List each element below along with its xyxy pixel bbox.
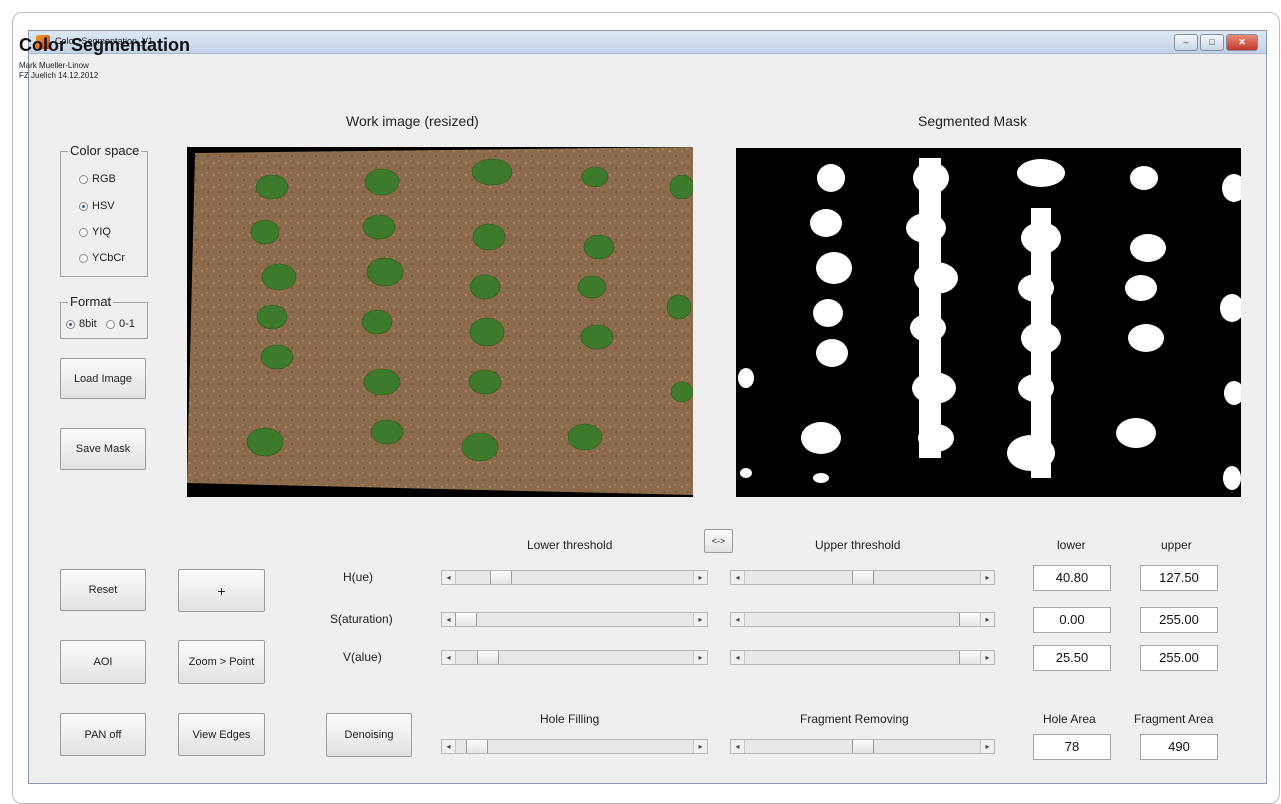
- radio-0-1-dot[interactable]: [106, 319, 115, 329]
- hue-lower-slider[interactable]: ◂ ▸: [441, 570, 708, 585]
- arrow-left-icon[interactable]: ◂: [731, 651, 745, 664]
- plus-button[interactable]: +: [178, 569, 265, 612]
- arrow-right-icon[interactable]: ▸: [980, 613, 994, 626]
- swap-thresholds-button[interactable]: <->: [704, 529, 733, 553]
- save-mask-button[interactable]: Save Mask: [60, 428, 146, 470]
- radio-ycbcr[interactable]: YCbCr: [79, 252, 125, 264]
- slider-thumb[interactable]: [959, 613, 981, 626]
- arrow-right-icon[interactable]: ▸: [980, 651, 994, 664]
- arrow-right-icon[interactable]: ▸: [693, 651, 707, 664]
- arrow-right-icon[interactable]: ▸: [980, 740, 994, 753]
- denoising-button[interactable]: Denoising: [326, 713, 412, 757]
- reset-button[interactable]: Reset: [60, 569, 146, 611]
- aoi-button[interactable]: AOI: [60, 640, 146, 684]
- saturation-label: S(aturation): [330, 612, 393, 626]
- radio-hsv-label: HSV: [92, 200, 115, 212]
- slider-thumb[interactable]: [959, 651, 981, 664]
- radio-rgb-dot[interactable]: [79, 174, 88, 184]
- radio-rgb[interactable]: RGB: [79, 173, 116, 185]
- arrow-left-icon[interactable]: ◂: [442, 651, 456, 664]
- author-affiliation: FZ Juelich 14.12.2012: [19, 71, 99, 80]
- work-image-title: Work image (resized): [346, 113, 479, 129]
- value-lower-field[interactable]: 25.50: [1033, 645, 1111, 671]
- slider-thumb[interactable]: [476, 651, 499, 664]
- view-edges-button[interactable]: View Edges: [178, 713, 265, 756]
- maximize-button[interactable]: □: [1200, 34, 1224, 51]
- field-photo: [187, 147, 693, 495]
- lower-column-header: lower: [1057, 538, 1086, 552]
- radio-ycbcr-dot[interactable]: [79, 253, 88, 263]
- mask-title: Segmented Mask: [918, 113, 1027, 129]
- minimize-button[interactable]: –: [1174, 34, 1198, 51]
- hole-area-field[interactable]: 78: [1033, 734, 1111, 760]
- hue-label: H(ue): [343, 570, 374, 584]
- arrow-left-icon[interactable]: ◂: [731, 571, 745, 584]
- title-bar: Color_Segmentation_V1 – □ ✕: [29, 31, 1266, 54]
- fragment-area-field[interactable]: 490: [1140, 734, 1218, 760]
- radio-ycbcr-label: YCbCr: [92, 252, 126, 264]
- radio-0-1-label: 0-1: [119, 318, 135, 330]
- value-upper-field[interactable]: 255.00: [1140, 645, 1218, 671]
- slider-thumb[interactable]: [851, 740, 874, 753]
- mask-image: [736, 148, 1241, 497]
- radio-rgb-label: RGB: [92, 173, 116, 185]
- work-image[interactable]: [187, 147, 693, 497]
- format-legend: Format: [68, 294, 114, 309]
- hole-filling-slider[interactable]: ◂ ▸: [441, 739, 708, 754]
- radio-8bit-dot[interactable]: [66, 319, 75, 329]
- radio-8bit[interactable]: 8bit: [66, 318, 97, 330]
- fragment-area-label: Fragment Area: [1134, 712, 1214, 726]
- radio-yiq[interactable]: YIQ: [79, 226, 111, 238]
- hole-area-label: Hole Area: [1043, 712, 1096, 726]
- hue-upper-field[interactable]: 127.50: [1140, 565, 1218, 591]
- segmented-mask[interactable]: [736, 148, 1241, 497]
- arrow-left-icon[interactable]: ◂: [442, 613, 456, 626]
- lower-threshold-header: Lower threshold: [527, 538, 613, 552]
- saturation-upper-field[interactable]: 255.00: [1140, 607, 1218, 633]
- arrow-left-icon[interactable]: ◂: [731, 740, 745, 753]
- arrow-right-icon[interactable]: ▸: [693, 740, 707, 753]
- author-name: Mark Mueller-Linow: [19, 61, 89, 70]
- arrow-right-icon[interactable]: ▸: [693, 613, 707, 626]
- value-lower-slider[interactable]: ◂ ▸: [441, 650, 708, 665]
- hole-filling-label: Hole Filling: [540, 712, 600, 726]
- radio-hsv[interactable]: HSV: [79, 200, 115, 212]
- upper-threshold-header: Upper threshold: [815, 538, 901, 552]
- radio-yiq-dot[interactable]: [79, 227, 88, 237]
- arrow-right-icon[interactable]: ▸: [693, 571, 707, 584]
- fragment-removing-slider[interactable]: ◂ ▸: [730, 739, 995, 754]
- upper-column-header: upper: [1161, 538, 1192, 552]
- slider-thumb[interactable]: [465, 740, 488, 753]
- radio-hsv-dot[interactable]: [79, 201, 88, 211]
- arrow-right-icon[interactable]: ▸: [980, 571, 994, 584]
- fragment-removing-label: Fragment Removing: [800, 712, 909, 726]
- color-space-legend: Color space: [68, 143, 142, 158]
- zoom-point-button[interactable]: Zoom > Point: [178, 640, 265, 684]
- radio-0-1[interactable]: 0-1: [106, 318, 135, 330]
- hue-lower-field[interactable]: 40.80: [1033, 565, 1111, 591]
- value-upper-slider[interactable]: ◂ ▸: [730, 650, 995, 665]
- slider-thumb[interactable]: [489, 571, 512, 584]
- arrow-left-icon[interactable]: ◂: [731, 613, 745, 626]
- arrow-left-icon[interactable]: ◂: [442, 571, 456, 584]
- saturation-lower-slider[interactable]: ◂ ▸: [441, 612, 708, 627]
- arrow-left-icon[interactable]: ◂: [442, 740, 456, 753]
- author-info: Mark Mueller-Linow FZ Juelich 14.12.2012: [19, 61, 98, 81]
- value-label: V(alue): [343, 650, 382, 664]
- slider-thumb[interactable]: [455, 613, 477, 626]
- close-button[interactable]: ✕: [1226, 34, 1258, 51]
- hue-upper-slider[interactable]: ◂ ▸: [730, 570, 995, 585]
- radio-8bit-label: 8bit: [79, 318, 97, 330]
- app-title: Color Segmentation: [19, 35, 191, 55]
- saturation-upper-slider[interactable]: ◂ ▸: [730, 612, 995, 627]
- slider-thumb[interactable]: [851, 571, 874, 584]
- pan-off-button[interactable]: PAN off: [60, 713, 146, 756]
- load-image-button[interactable]: Load Image: [60, 358, 146, 399]
- radio-yiq-label: YIQ: [92, 226, 111, 238]
- saturation-lower-field[interactable]: 0.00: [1033, 607, 1111, 633]
